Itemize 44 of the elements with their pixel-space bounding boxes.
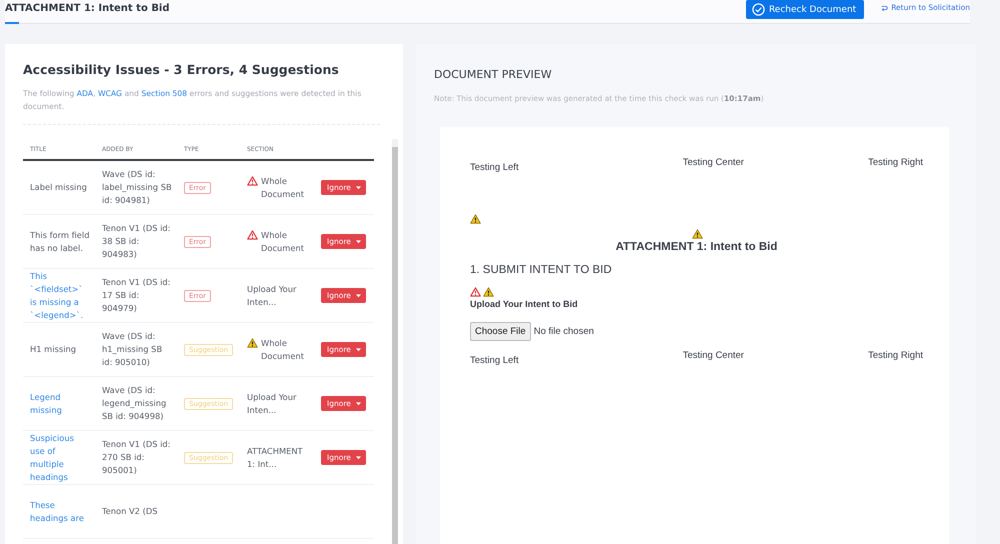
caret-icon — [356, 240, 361, 244]
section-text: Whole Document — [261, 336, 305, 362]
section-text: Upload Your Inten... — [247, 282, 298, 308]
added-by-text: Tenon V1 (DS id: 270 SB id: 905001) — [101, 438, 172, 477]
issue-title-link[interactable]: These headings are — [23, 498, 95, 524]
added-by-text: Tenon V1 (DS id: 17 SB id: 904979) — [101, 276, 172, 315]
recheck-document-button[interactable]: Recheck Document — [746, 0, 864, 19]
header-right-text: Testing Right — [868, 157, 923, 168]
added-by-text: Tenon V2 (DS — [101, 505, 158, 518]
page-title: ATTACHMENT 1: Intent to Bid — [5, 2, 170, 14]
preview-heading: DOCUMENT PREVIEW — [434, 68, 553, 81]
header-center-text: Testing Center — [682, 157, 744, 168]
section-text: Upload Your Inten... — [247, 390, 298, 416]
footer-right-text: Testing Right — [868, 350, 923, 361]
issues-heading: Accessibility Issues - 3 Errors, 4 Suggestions — [23, 62, 340, 77]
added-by-text: Wave (DS id: label_missing SB id: 904981) — [101, 168, 173, 207]
section-text: Whole Document — [261, 174, 305, 200]
upload-label: Upload Your Intent to Bid — [470, 299, 579, 309]
document-section-heading: 1. SUBMIT INTENT TO BID — [470, 264, 613, 276]
file-status-text: No file chosen — [534, 326, 594, 337]
footer-left-text: Testing Left — [470, 355, 519, 366]
issue-title-link[interactable]: Suspicious use of multiple headings — [23, 432, 95, 484]
caret-icon — [356, 402, 361, 406]
issue-title-link[interactable]: This `<fieldset>` is missing a `<legend>`. — [23, 270, 95, 322]
choose-file-button[interactable]: Choose File — [470, 322, 531, 341]
return-arrow-icon — [880, 4, 888, 12]
scrollbar[interactable] — [392, 139, 398, 544]
added-by-text: Wave (DS id: legend_missing SB id: 904998) — [101, 384, 168, 423]
issue-title: H1 missing — [29, 343, 78, 356]
header-left-text: Testing Left — [470, 162, 519, 173]
caret-icon — [356, 456, 361, 460]
document-title: ATTACHMENT 1: Intent to Bid — [614, 241, 778, 253]
issue-title-link[interactable]: Legend missing — [23, 390, 95, 416]
added-by-text: Tenon V1 (DS id: 38 SB id: 904983) — [101, 222, 172, 261]
caret-icon — [356, 348, 361, 352]
footer-center-text: Testing Center — [682, 350, 744, 361]
section-text: Whole Document — [261, 228, 305, 254]
caret-icon — [356, 186, 361, 190]
added-by-text: Wave (DS id: h1_missing SB id: 905010) — [101, 330, 164, 369]
issue-title: Label missing — [29, 181, 88, 194]
check-circle-icon — [752, 3, 765, 16]
caret-icon — [356, 294, 361, 298]
issue-title: This form field has no label. — [29, 228, 90, 254]
section-text: ATTACHMENT 1: Int... — [247, 444, 304, 470]
